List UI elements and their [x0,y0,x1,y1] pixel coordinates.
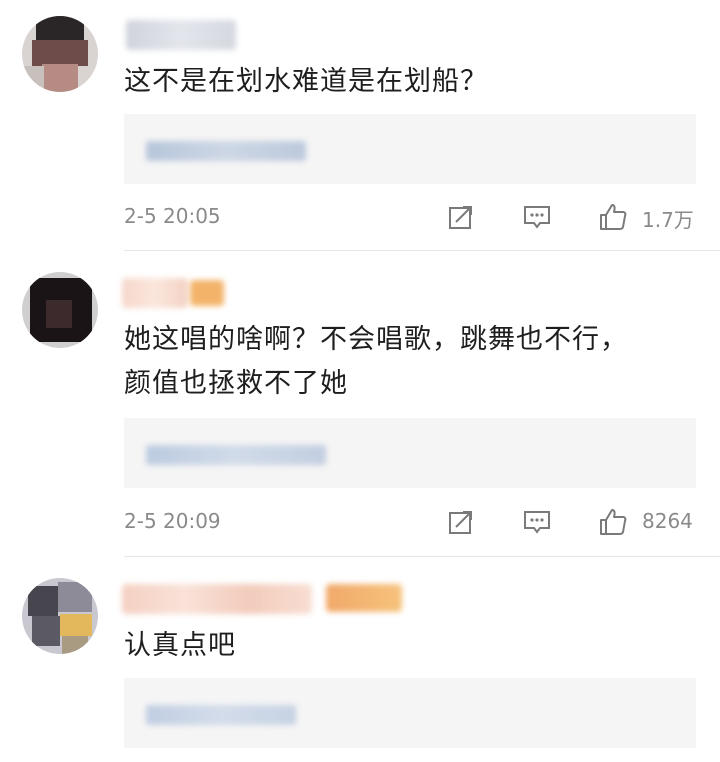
like-count: 8264 [642,509,693,533]
comment-time: 2-5 20:09 [124,509,221,533]
user-badge-blurred [326,584,402,612]
divider [124,250,720,251]
user-badge-blurred [190,280,224,306]
comment-text: 这不是在划水难道是在划船？ [124,66,488,97]
comment-text: 认真点吧 [124,630,236,661]
comment-icon[interactable] [522,202,552,232]
avatar[interactable] [22,272,98,348]
thumbs-up-icon[interactable] [598,202,628,232]
avatar[interactable] [22,578,98,654]
quoted-reply-box[interactable] [124,418,696,488]
share-icon[interactable] [446,507,476,537]
comment-meta: 2-5 20:09 8264 [124,505,696,541]
quoted-reply-blurred [146,445,326,465]
username-blurred[interactable] [122,278,188,308]
divider [124,556,720,557]
quoted-reply-blurred [146,705,296,725]
avatar[interactable] [22,16,98,92]
comment-meta: 2-5 20:05 1.7万 [124,200,696,236]
username-blurred[interactable] [126,20,236,50]
quoted-reply-box[interactable] [124,114,696,184]
share-icon[interactable] [446,202,476,232]
thumbs-up-icon[interactable] [598,507,628,537]
quoted-reply-blurred [146,141,306,161]
comment-icon[interactable] [522,507,552,537]
quoted-reply-box[interactable] [124,678,696,748]
comment-text: 她这唱的啥啊？不会唱歌，跳舞也不行，颜值也拯救不了她 [124,324,628,399]
like-count: 1.7万 [642,208,694,232]
username-blurred[interactable] [122,584,312,614]
comment-time: 2-5 20:05 [124,204,221,228]
